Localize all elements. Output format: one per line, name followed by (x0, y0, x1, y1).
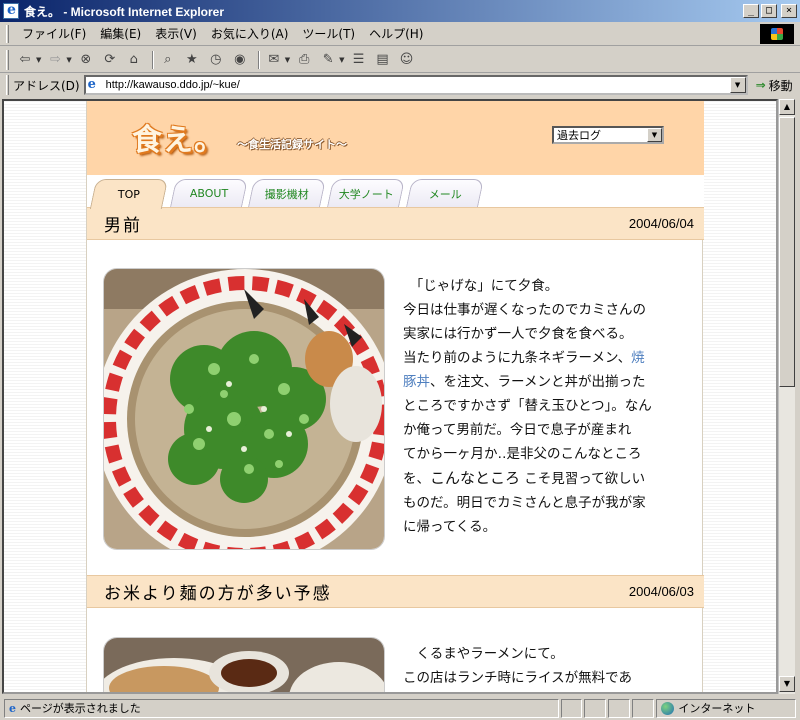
discuss-icon[interactable]: ☰ (349, 50, 369, 70)
go-label: 移動 (768, 78, 793, 93)
address-bar: アドレス(D) e http://kawauso.ddo.jp/~kue/ ▼ … (0, 73, 800, 97)
yakibuta-link[interactable]: 焼 (631, 350, 645, 366)
address-label: アドレス(D) (13, 78, 80, 93)
messenger-icon[interactable]: ☺ (397, 50, 417, 70)
toolbar-grip[interactable] (6, 49, 9, 70)
status-pane (584, 698, 607, 718)
tab-equipment[interactable]: 撮影機材 (248, 179, 326, 207)
mail-icon[interactable]: ✉ (264, 50, 284, 70)
archive-select[interactable]: 過去ログ ▼ (552, 126, 664, 144)
post-body: くるまやラーメンにて。 この店はランチ時にライスが無料であ (403, 646, 632, 686)
gyoza-photo (103, 637, 385, 692)
zone-label: インターネット (678, 702, 756, 715)
emphasis-text: こんなところ (430, 469, 521, 487)
window-title: 食え。 - Microsoft Internet Explorer (24, 4, 225, 19)
stop-icon[interactable]: ⊗ (76, 50, 96, 70)
post-header: お米より麺の方が多い予感 2004/06/03 (87, 575, 704, 608)
forward-icon[interactable]: ⇨ (45, 50, 65, 70)
print-icon[interactable]: ⎙ (294, 50, 314, 70)
edit-icon[interactable]: ✎ (318, 50, 338, 70)
title-bar[interactable]: 食え。 - Microsoft Internet Explorer _ □ × (0, 0, 800, 22)
standard-toolbar: ⇦ ▼ ⇨ ▼ ⊗ ⟳ ⌂ ⌕ ★ ◷ ◉ ✉ ▼ ⎙ ✎ ▼ ☰ ▤ ☺ (0, 47, 800, 73)
tab-mail[interactable]: メール (406, 179, 484, 207)
site-header: 食え。 〜食生活記録サイト〜 過去ログ ▼ (87, 101, 704, 175)
menu-file[interactable]: ファイル(F) (15, 25, 93, 42)
back-icon[interactable]: ⇦ (15, 50, 35, 70)
history-icon[interactable]: ◷ (206, 50, 226, 70)
toolbar-separator (257, 50, 260, 69)
site-column: 食え。 〜食生活記録サイト〜 過去ログ ▼ TOP ABOUT 撮影機材 大学ノ… (86, 101, 704, 692)
chevron-down-icon[interactable]: ▼ (647, 128, 662, 142)
tab-about[interactable]: ABOUT (170, 179, 248, 207)
status-message: ページが表示されました (20, 702, 141, 715)
post-header: 男前 2004/06/04 (87, 207, 704, 240)
status-message-pane: e ページが表示されました (4, 698, 559, 718)
scroll-up-icon[interactable]: ▲ (779, 99, 795, 115)
menu-favorites[interactable]: お気に入り(A) (204, 25, 296, 42)
status-bar: e ページが表示されました インターネット (0, 696, 800, 720)
status-pane (632, 698, 655, 718)
go-arrow-icon: ⇒ (755, 78, 766, 92)
yakibuta-link-cont[interactable]: 豚丼 (403, 374, 430, 390)
content-viewport[interactable]: 食え。 〜食生活記録サイト〜 過去ログ ▼ TOP ABOUT 撮影機材 大学ノ… (2, 99, 778, 694)
menu-bar: ファイル(F) 編集(E) 表示(V) お気に入り(A) ツール(T) ヘルプ(… (0, 22, 800, 46)
post-title: お米より麺の方が多い予感 (104, 584, 332, 604)
post-body: 「じゃげな」にて夕食。 今日は仕事が遅くなったのでカミさんの 実家には行かず一人… (403, 278, 652, 535)
menu-edit[interactable]: 編集(E) (93, 25, 148, 42)
tab-top[interactable]: TOP (89, 179, 169, 209)
minimize-button[interactable]: _ (743, 4, 759, 18)
media-icon[interactable]: ◉ (230, 50, 250, 70)
tab-notebook[interactable]: 大学ノート (327, 179, 405, 207)
page-done-icon: e (9, 701, 16, 715)
scroll-down-icon[interactable]: ▼ (779, 676, 795, 692)
home-icon[interactable]: ⌂ (124, 50, 144, 70)
vertical-scrollbar[interactable]: ▲ ▼ (778, 99, 795, 694)
status-pane (560, 698, 583, 718)
research-icon[interactable]: ▤ (373, 50, 393, 70)
globe-icon (661, 701, 675, 715)
mail-dropdown-icon[interactable]: ▼ (285, 56, 290, 64)
post-date: 2004/06/04 (628, 216, 694, 231)
page-icon: e (87, 77, 96, 92)
go-button[interactable]: ⇒ 移動 (756, 77, 793, 94)
forward-dropdown-icon[interactable]: ▼ (66, 56, 71, 64)
address-grip[interactable] (6, 75, 9, 95)
windows-logo-icon (760, 24, 794, 44)
address-dropdown-icon[interactable]: ▼ (729, 77, 746, 93)
post-date: 2004/06/03 (628, 584, 694, 599)
refresh-icon[interactable]: ⟳ (100, 50, 120, 70)
maximize-button[interactable]: □ (761, 4, 777, 18)
post-title: 男前 (104, 216, 142, 236)
menu-view[interactable]: 表示(V) (148, 25, 204, 42)
menu-grip[interactable] (6, 24, 9, 43)
ie-icon (3, 2, 19, 19)
menu-tools[interactable]: ツール(T) (295, 25, 362, 42)
ramen-photo (103, 268, 385, 550)
address-input[interactable]: e http://kawauso.ddo.jp/~kue/ ▼ (83, 75, 748, 95)
search-icon[interactable]: ⌕ (158, 50, 178, 70)
back-dropdown-icon[interactable]: ▼ (36, 56, 41, 64)
site-tagline: 〜食生活記録サイト〜 (237, 138, 347, 151)
favorites-icon[interactable]: ★ (182, 50, 202, 70)
scroll-thumb[interactable] (779, 117, 795, 387)
nav-tabs: TOP ABOUT 撮影機材 大学ノート メール (87, 175, 704, 209)
close-button[interactable]: × (781, 4, 797, 18)
toolbar-separator (151, 50, 154, 69)
status-pane (608, 698, 631, 718)
edit-dropdown-icon[interactable]: ▼ (339, 56, 344, 64)
menu-help[interactable]: ヘルプ(H) (362, 25, 430, 42)
site-logo[interactable]: 食え。 (132, 115, 225, 159)
address-url[interactable]: http://kawauso.ddo.jp/~kue/ (106, 79, 730, 91)
security-zone[interactable]: インターネット (656, 698, 796, 718)
archive-select-value: 過去ログ (557, 129, 601, 142)
